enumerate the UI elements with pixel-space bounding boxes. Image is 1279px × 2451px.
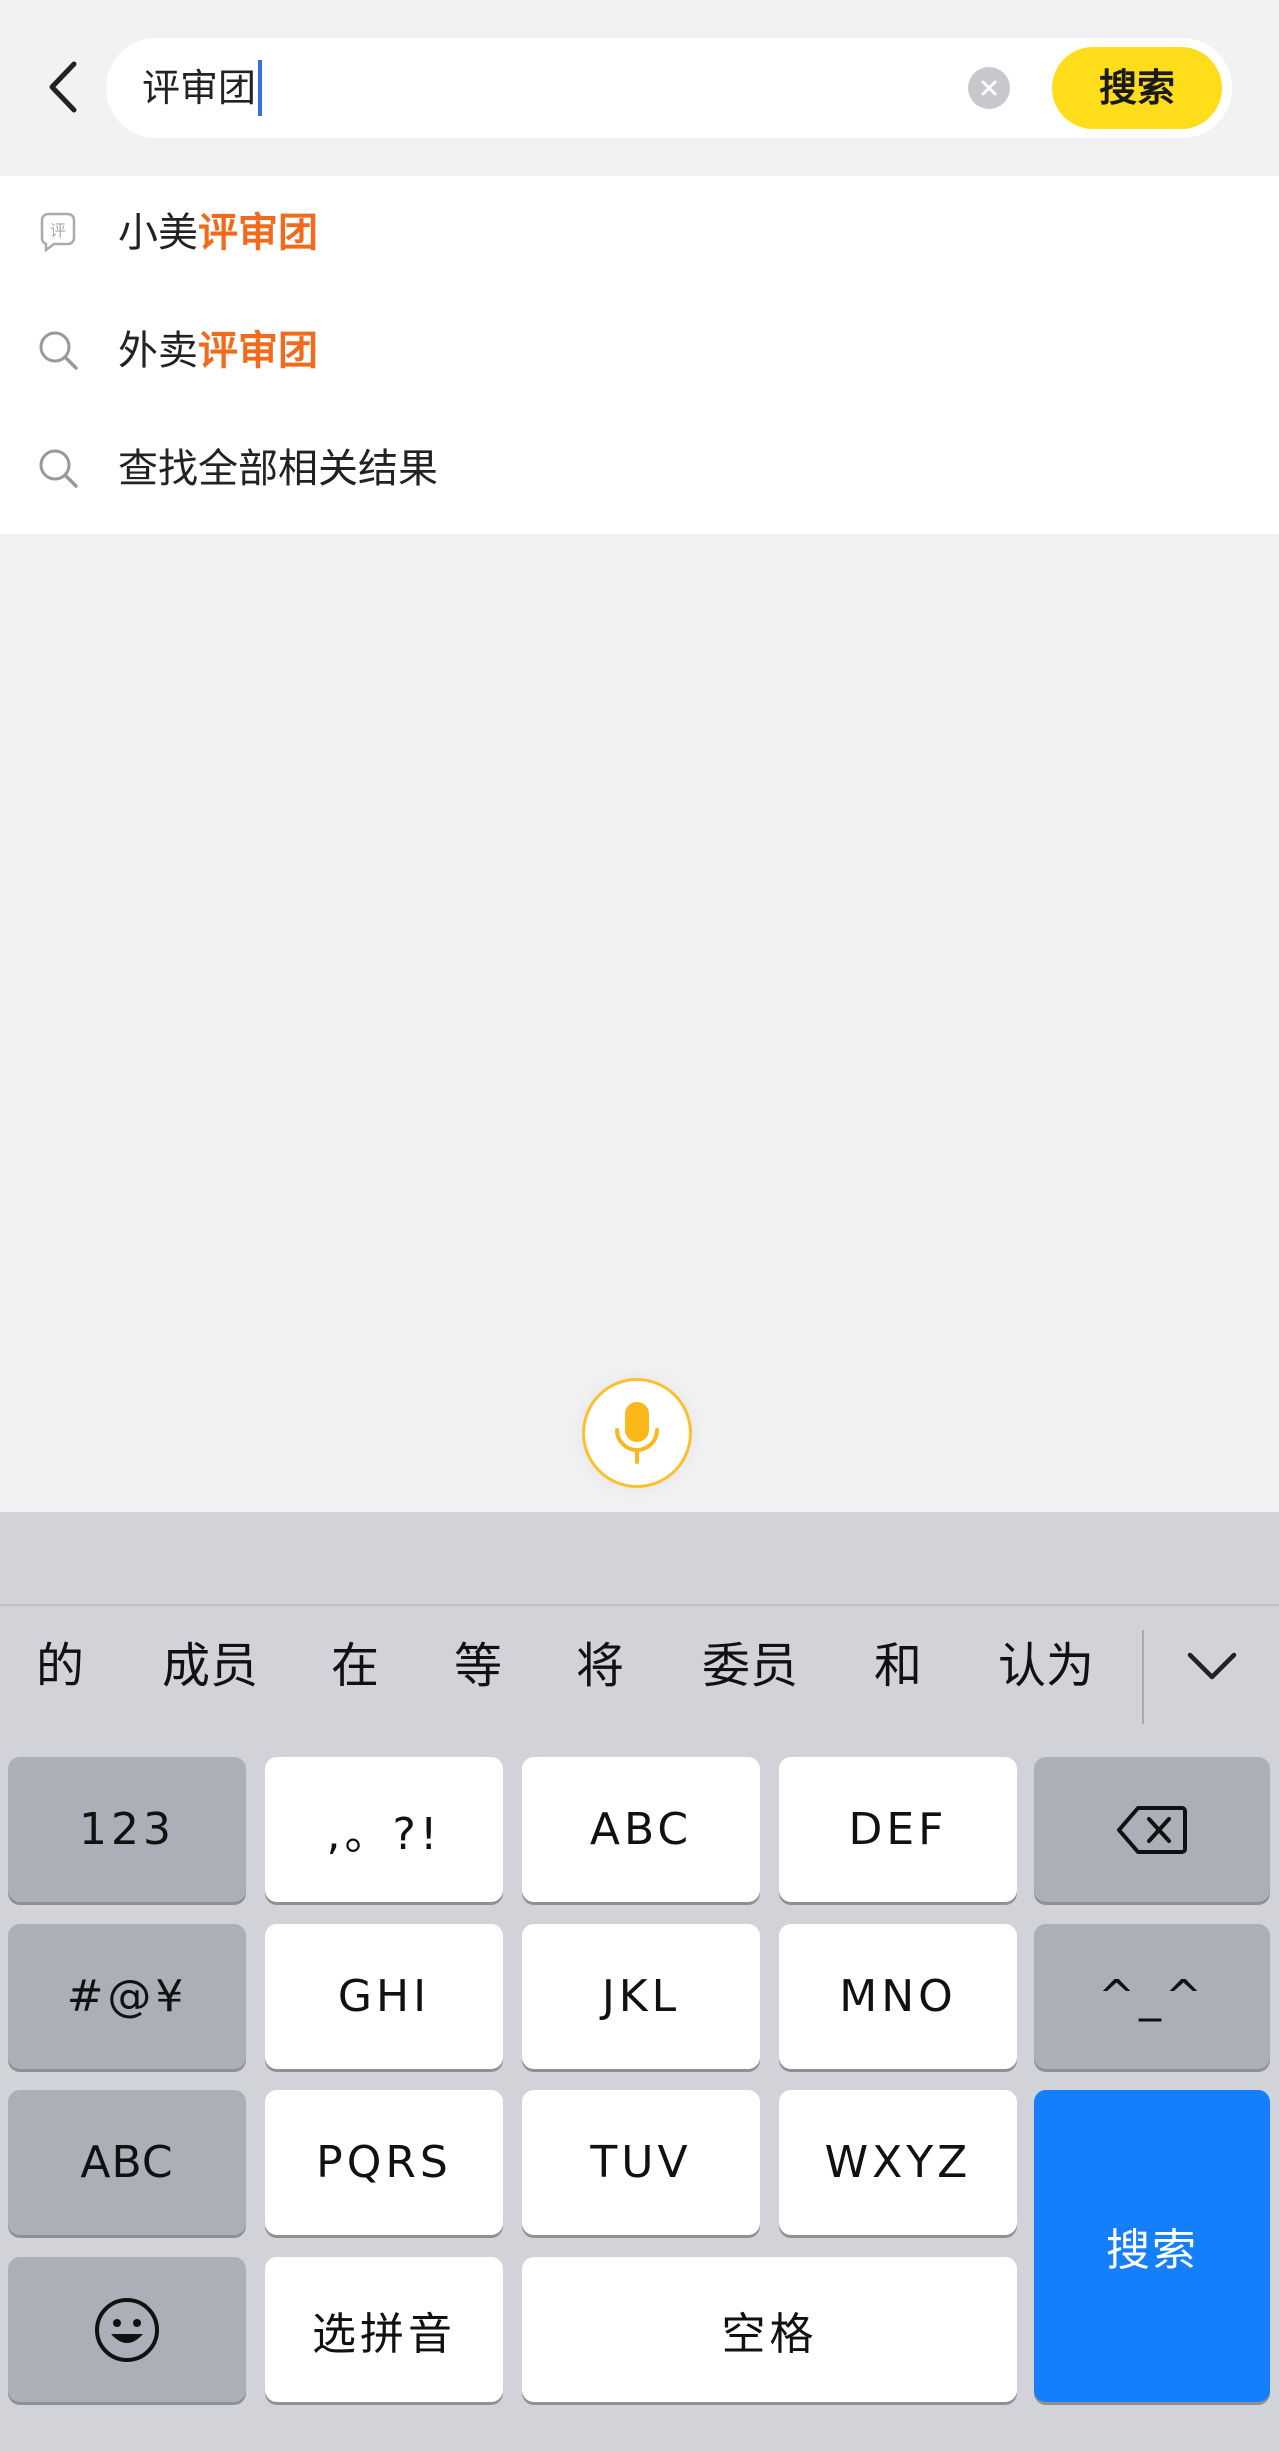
key-select-pinyin[interactable]: 选拼音 — [265, 2257, 503, 2402]
emoji-key[interactable] — [8, 2257, 246, 2402]
key-pqrs[interactable]: PQRS — [265, 2090, 503, 2235]
suggestion-prefix: 小美 — [118, 210, 198, 256]
close-icon — [981, 80, 997, 96]
key-abc[interactable]: ABC — [522, 1757, 760, 1902]
key-symbols[interactable]: #@¥ — [8, 1924, 246, 2069]
candidate-word[interactable]: 等 — [428, 1606, 528, 1726]
suggestion-list: 评 小美评审团 外卖评审团 查找全部相关结果 — [0, 176, 1279, 534]
candidate-word[interactable]: 成员 — [140, 1606, 280, 1726]
voice-input-button[interactable] — [582, 1378, 692, 1488]
candidate-divider — [1142, 1630, 1144, 1724]
candidate-word[interactable]: 的 — [10, 1606, 110, 1726]
candidate-bar: 的 成员 在 等 将 委员 和 认为 — [0, 1606, 1279, 1726]
search-field[interactable]: 评审团 搜索 — [106, 38, 1232, 138]
suggestion-item[interactable]: 外卖评审团 — [0, 296, 1279, 406]
suggestion-prefix: 外卖 — [118, 328, 198, 374]
svg-text:评: 评 — [50, 221, 66, 240]
review-badge-icon: 评 — [40, 212, 76, 253]
candidate-word[interactable]: 和 — [848, 1606, 948, 1726]
emoji-face-icon — [95, 2297, 159, 2362]
suggestion-item[interactable]: 评 小美评审团 — [0, 178, 1279, 288]
candidate-word[interactable]: 委员 — [680, 1606, 820, 1726]
keyboard: 的 成员 在 等 将 委员 和 认为 123 ,。?! ABC DEF #@¥ … — [0, 1512, 1279, 2451]
key-ghi[interactable]: GHI — [265, 1924, 503, 2069]
key-wxyz[interactable]: WXYZ — [779, 2090, 1017, 2235]
chevron-down-icon — [1187, 1652, 1237, 1680]
key-def[interactable]: DEF — [779, 1757, 1017, 1902]
search-screen: 评审团 搜索 评 小美评审团 外卖评审团 查找全部相关结果 的 成员 在 等 将… — [0, 0, 1279, 2451]
search-icon — [39, 331, 78, 370]
key-123[interactable]: 123 — [8, 1757, 246, 1902]
search-icon — [39, 449, 78, 488]
key-tuv[interactable]: TUV — [522, 2090, 760, 2235]
keyboard-toolbar — [0, 1512, 1279, 1606]
key-jkl[interactable]: JKL — [522, 1924, 760, 2069]
expand-candidates-button[interactable] — [1172, 1626, 1252, 1706]
backspace-icon — [1117, 1805, 1187, 1854]
candidate-word[interactable]: 将 — [550, 1606, 650, 1726]
key-mno[interactable]: MNO — [779, 1924, 1017, 2069]
backspace-key[interactable] — [1034, 1757, 1270, 1902]
candidate-word[interactable]: 认为 — [976, 1606, 1116, 1726]
suggestion-highlight: 评审团 — [198, 210, 318, 256]
keyboard-search-key[interactable]: 搜索 — [1034, 2090, 1270, 2402]
key-abc-switch[interactable]: ABC — [8, 2090, 246, 2235]
clear-button[interactable] — [968, 67, 1010, 109]
key-punctuation[interactable]: ,。?! — [265, 1757, 503, 1902]
search-query: 评审团 — [142, 66, 257, 110]
microphone-icon — [615, 1402, 659, 1464]
search-button[interactable]: 搜索 — [1052, 47, 1222, 129]
suggestion-item[interactable]: 查找全部相关结果 — [0, 414, 1279, 524]
search-header: 评审团 搜索 — [0, 0, 1279, 176]
key-emoticon[interactable]: ^_^ — [1034, 1924, 1270, 2069]
chevron-left-icon — [49, 61, 77, 113]
candidate-word[interactable]: 在 — [305, 1606, 405, 1726]
suggestion-highlight: 评审团 — [198, 328, 318, 374]
suggestion-prefix: 查找全部相关结果 — [118, 446, 438, 492]
space-key[interactable]: 空格 — [522, 2257, 1017, 2402]
back-button[interactable] — [38, 52, 88, 122]
text-caret — [258, 59, 263, 116]
search-input[interactable]: 评审团 — [142, 38, 263, 138]
